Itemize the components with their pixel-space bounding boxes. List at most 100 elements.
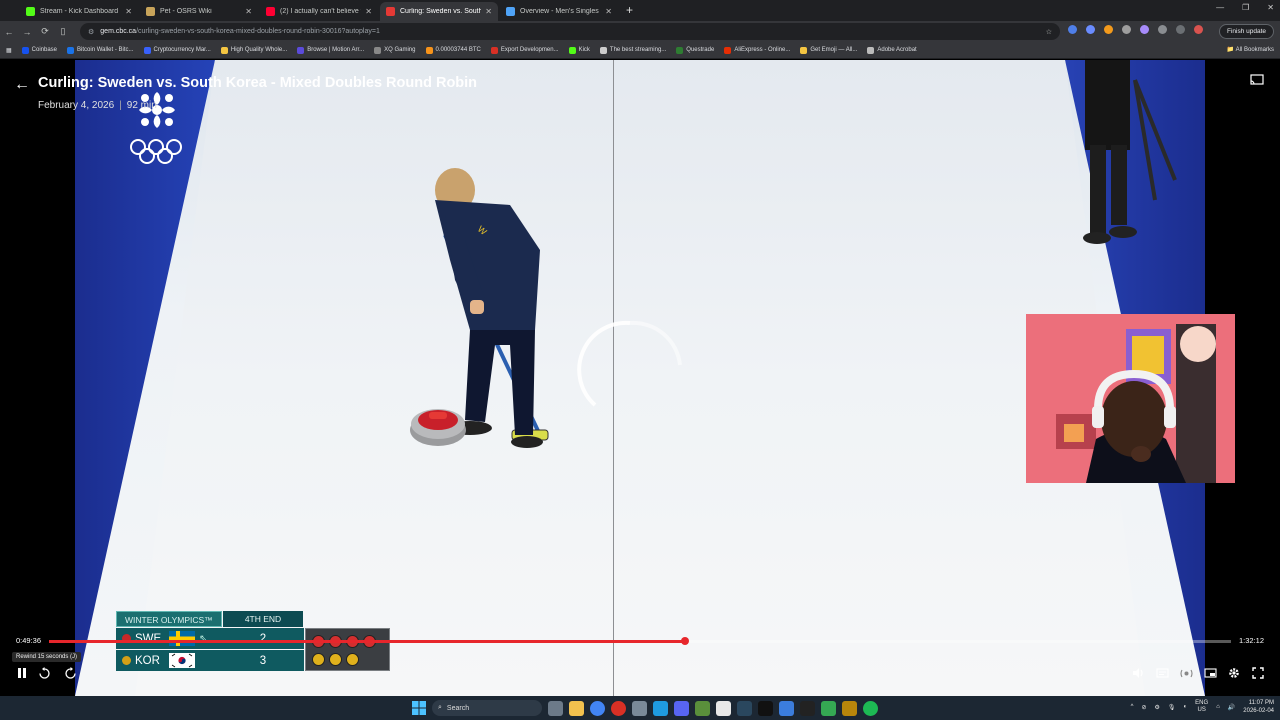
volume-tray-icon[interactable]: 🔊 (1228, 704, 1235, 711)
profile-icon[interactable] (1194, 25, 1203, 34)
tray-app-icon[interactable]: ⊘ (1142, 704, 1147, 711)
taskbar-search[interactable]: ⌕ Search (432, 700, 542, 716)
tray-chevron-icon[interactable]: ^ (1131, 704, 1134, 710)
bookmark-star-icon[interactable]: ☆ (1046, 28, 1052, 36)
close-tab-icon[interactable]: ✕ (245, 7, 252, 16)
browser-tab[interactable]: Stream - Kick Dashboard ✕ (20, 2, 138, 21)
extension-icon[interactable] (1086, 25, 1095, 34)
app-icon[interactable] (821, 700, 836, 716)
capcut-icon[interactable] (758, 700, 773, 716)
forward-icon[interactable]: → (18, 27, 36, 37)
extension-icon[interactable] (1122, 25, 1131, 34)
extension-icon[interactable] (1068, 25, 1077, 34)
tab-favicon-icon (266, 7, 275, 16)
forward-15-button[interactable] (62, 665, 78, 681)
bookmark-item[interactable]: Kick (568, 46, 590, 54)
chrome-icon[interactable] (590, 700, 605, 716)
app-icon[interactable] (653, 700, 668, 716)
clock-date: 2026-02-04 (1243, 708, 1274, 714)
bookmark-item[interactable]: XQ Gaming (374, 46, 416, 54)
app-icon[interactable] (632, 700, 647, 716)
captions-button[interactable] (1154, 665, 1170, 681)
finish-update-button[interactable]: Finish update (1218, 24, 1274, 39)
pause-button[interactable] (14, 665, 30, 681)
bookmark-item[interactable]: Get Emoji — All... (800, 46, 857, 54)
spotify-icon[interactable] (863, 700, 878, 716)
bookmark-item[interactable]: The best streaming... (599, 46, 666, 54)
all-bookmarks-button[interactable]: 📁 All Bookmarks (1227, 46, 1274, 53)
extension-icon[interactable] (1140, 25, 1149, 34)
bookmark-favicon-icon (800, 46, 808, 54)
bookmark-favicon-icon (724, 46, 732, 54)
bookmark-item[interactable]: Adobe Acrobat (867, 46, 917, 54)
volume-button[interactable] (1130, 665, 1146, 681)
back-arrow-icon[interactable]: ← (14, 76, 30, 94)
close-tab-icon[interactable]: ✕ (485, 7, 492, 16)
bookmark-item[interactable]: Questrade (676, 46, 714, 54)
language-indicator[interactable]: ENG US (1195, 700, 1208, 714)
reload-icon[interactable]: ⟳ (36, 26, 54, 37)
app-icon[interactable] (611, 700, 626, 716)
browser-tab[interactable]: Curling: Sweden vs. South K ✕ (380, 2, 498, 21)
maximize-icon[interactable]: ❐ (1242, 3, 1249, 12)
discord-icon[interactable] (674, 700, 689, 716)
cast-tab-icon[interactable] (1176, 25, 1185, 34)
picture-in-picture-button[interactable] (1202, 665, 1218, 681)
back-icon[interactable]: ← (0, 27, 18, 37)
stone-remaining-icon (346, 652, 359, 666)
url-bar[interactable]: ⚙ gem.cbc.ca /curling-sweden-vs-south-ko… (80, 23, 1060, 40)
taskbar-search-label: Search (446, 704, 470, 712)
rewind-15-button[interactable] (36, 665, 52, 681)
file-explorer-icon[interactable] (569, 700, 584, 716)
close-window-icon[interactable]: ✕ (1267, 3, 1274, 12)
bookmark-item[interactable]: Cryptocurrency Mar... (143, 46, 211, 54)
extension-icon[interactable] (1104, 25, 1113, 34)
stone-remaining-icon (312, 652, 325, 666)
app-icon[interactable] (800, 700, 815, 716)
bookmark-label: Adobe Acrobat (877, 47, 917, 53)
browser-tab[interactable]: Pet - OSRS Wiki ✕ (140, 2, 258, 21)
bookmark-item[interactable]: Browse | Motion Arr... (297, 46, 364, 54)
windows-start-icon[interactable] (412, 701, 426, 715)
task-view-icon[interactable] (548, 700, 563, 716)
team-score: 3 (259, 654, 267, 667)
site-info-icon[interactable]: ⚙ (88, 28, 94, 36)
video-player[interactable]: W ← Curling: Sweden vs. South Korea - Mi… (0, 60, 1280, 696)
steam-icon[interactable] (737, 700, 752, 716)
app-icon[interactable] (842, 700, 857, 716)
browser-tab[interactable]: (2) I actually can't believe this... ✕ (260, 2, 378, 21)
bookmark-item[interactable]: Bitcoin Wallet - Bitc... (67, 46, 134, 54)
close-tab-icon[interactable]: ✕ (605, 7, 612, 16)
system-clock[interactable]: 11:07 PM 2026-02-04 (1243, 699, 1274, 715)
audio-description-button[interactable] (1178, 665, 1194, 681)
minecraft-icon[interactable] (695, 700, 710, 716)
tray-app-icon[interactable]: ⚙ (1155, 704, 1160, 711)
bookmark-favicon-icon (67, 46, 75, 54)
microphone-icon[interactable]: 🎙 (1168, 704, 1176, 711)
close-tab-icon[interactable]: ✕ (125, 7, 132, 16)
bookmark-item[interactable]: Export Developmen... (490, 46, 559, 54)
bookmark-item[interactable]: AliExpress - Online... (724, 46, 790, 54)
seek-handle[interactable] (680, 637, 689, 645)
fullscreen-button[interactable] (1250, 665, 1266, 681)
new-tab-button[interactable]: + (620, 2, 639, 21)
close-tab-icon[interactable]: ✕ (365, 7, 372, 16)
bookmark-item[interactable]: 0.00003744 BTC (425, 46, 481, 54)
seek-bar[interactable] (49, 637, 1231, 645)
cast-icon[interactable] (1250, 74, 1264, 85)
bookmark-item[interactable]: Coinbase (21, 46, 57, 54)
app-icon[interactable] (716, 700, 731, 716)
browser-tab[interactable]: Overview - Men's Singles | Mil... ✕ (500, 2, 618, 21)
volume-icon (1132, 668, 1143, 678)
puzzle-icon[interactable] (1158, 25, 1167, 34)
side-panel-icon[interactable]: ▯ (54, 26, 72, 37)
app-icon[interactable] (779, 700, 794, 716)
team-row-swe: SWE ⇖ 2 (116, 628, 304, 649)
bookmark-favicon-icon (599, 46, 607, 54)
tray-app-icon[interactable]: ◐ (1184, 704, 1188, 710)
minimize-icon[interactable]: — (1216, 3, 1224, 12)
bookmark-item[interactable]: High Quality Whole... (220, 46, 287, 54)
apps-grid-icon[interactable]: ▦ (6, 47, 12, 54)
settings-button[interactable] (1226, 665, 1242, 681)
network-icon[interactable]: ⌂ (1216, 704, 1220, 710)
